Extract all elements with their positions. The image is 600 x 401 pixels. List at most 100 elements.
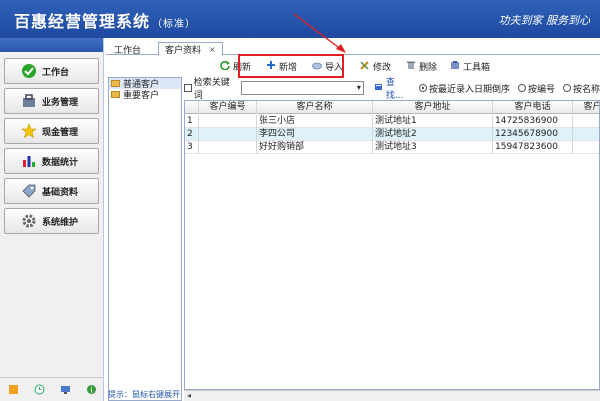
tab-label: 客户资料: [165, 45, 202, 56]
cell-phone: 15947823600: [493, 140, 573, 154]
radio-selected[interactable]: [418, 84, 427, 92]
row-index: 3: [185, 140, 199, 154]
search-icon: [374, 82, 384, 95]
sidebar-item-label: 系统维护: [42, 217, 79, 228]
note-icon[interactable]: [7, 384, 19, 396]
sidebar-item-label: 业务管理: [42, 97, 79, 108]
sidebar-item-business[interactable]: 业务管理: [4, 88, 99, 114]
horizontal-scrollbar[interactable]: ◂: [184, 390, 600, 401]
sort-name-label: 按名称: [572, 84, 600, 95]
cell-code: [199, 114, 257, 128]
table-header: 客户编号 客户名称 客户地址 客户电话 客户: [185, 101, 599, 114]
edit-button[interactable]: 修改: [360, 60, 391, 73]
header-cell[interactable]: 客户编号: [199, 101, 257, 114]
monitor-icon[interactable]: [59, 384, 71, 396]
clock-icon[interactable]: [33, 384, 45, 396]
app-title-text: 百惠经营管理系统: [14, 12, 151, 31]
toolbox-button[interactable]: 工具箱: [450, 60, 490, 73]
tab-customer[interactable]: 客户资料 ×: [158, 42, 223, 56]
cell-address: 测试地址1: [373, 114, 493, 128]
sidebar-list: 工作台 业务管理 现金管理 数据统计 基础资料 系统维护: [0, 52, 103, 234]
keyword-input[interactable]: ▾: [240, 81, 364, 95]
sort-code-option[interactable]: 按编号: [517, 82, 555, 95]
bag-icon: [21, 93, 37, 109]
cell-code: [199, 127, 257, 141]
app-title: 百惠经营管理系统 （标准）: [14, 8, 196, 32]
sidebar-item-cash[interactable]: 现金管理: [4, 118, 99, 144]
table-row[interactable]: 1 张三小店 测试地址1 14725836900: [185, 114, 599, 128]
slogan: 功夫到家 服务到心: [498, 14, 591, 27]
header-cell[interactable]: [185, 101, 199, 114]
sidebar-bottom-bar: [0, 377, 104, 401]
sidebar-item-system[interactable]: 系统维护: [4, 208, 99, 234]
cell-address: 测试地址2: [373, 127, 493, 141]
radio[interactable]: [562, 84, 571, 92]
tab-workbench[interactable]: 工作台: [114, 42, 141, 56]
find-label: 查找...: [385, 78, 404, 101]
check-icon: [21, 63, 37, 79]
hint-text: 提示：鼠标右键展开: [108, 390, 180, 399]
sidebar-top-strip: [0, 38, 103, 52]
star-icon: [21, 123, 37, 139]
info-icon[interactable]: [85, 384, 97, 396]
toolbox-label: 工具箱: [463, 63, 491, 73]
cell-extra: [573, 141, 599, 154]
cell-extra: [573, 115, 599, 128]
tag-icon: [21, 183, 37, 199]
cell-extra: [573, 128, 599, 141]
chart-icon: [21, 153, 37, 169]
annotation-arrow: [293, 13, 346, 53]
gear-icon: [21, 213, 37, 229]
tree-item-important[interactable]: 重要客户: [109, 89, 181, 101]
sidebar-item-label: 基础资料: [42, 187, 79, 198]
tree-item-label: 重要客户: [123, 91, 160, 101]
sidebar-item-basic[interactable]: 基础资料: [4, 178, 99, 204]
keyword-checkbox-label: 检索关键词: [193, 78, 230, 101]
cell-name: 张三小店: [257, 114, 373, 128]
edit-icon: [360, 60, 370, 73]
table-row[interactable]: 3 好好购销部 测试地址3 15947823600: [185, 140, 599, 154]
trash-icon: [406, 60, 416, 73]
tab-label: 工作台: [114, 45, 142, 56]
sort-name-option[interactable]: 按名称: [562, 82, 600, 95]
cell-phone: 14725836900: [493, 114, 573, 128]
delete-label: 删除: [419, 63, 438, 73]
delete-button[interactable]: 删除: [406, 60, 437, 73]
search-bar: 检索关键词 ▾ 查找... 按最近录入日期倒序 按编号 按名称: [184, 75, 600, 101]
radio[interactable]: [517, 84, 526, 92]
tab-bar: 工作台 客户资料 ×: [106, 38, 600, 56]
sidebar: 工作台 业务管理 现金管理 数据统计 基础资料 系统维护: [0, 38, 104, 401]
keyword-checkbox[interactable]: [184, 84, 192, 92]
header-cell[interactable]: 客户电话: [493, 101, 573, 114]
close-icon[interactable]: ×: [209, 45, 216, 54]
table-row[interactable]: 2 李四公司 测试地址2 12345678900: [185, 127, 599, 141]
sort-recent-option[interactable]: 按最近录入日期倒序: [418, 82, 510, 95]
sort-recent-label: 按最近录入日期倒序: [428, 84, 510, 95]
chevron-down-icon[interactable]: ▾: [357, 83, 361, 92]
edit-label: 修改: [373, 63, 392, 73]
folder-icon: [111, 80, 120, 87]
cell-name: 好好购销部: [257, 140, 373, 154]
row-index: 2: [185, 127, 199, 141]
app-edition: （标准）: [152, 19, 197, 30]
header-cell[interactable]: 客户: [573, 101, 599, 114]
sidebar-item-label: 现金管理: [42, 127, 79, 138]
header-cell[interactable]: 客户地址: [373, 101, 493, 114]
cell-phone: 12345678900: [493, 127, 573, 141]
highlight-box: [238, 54, 344, 78]
cell-name: 李四公司: [257, 127, 373, 141]
refresh-icon: [220, 60, 230, 73]
row-index: 1: [185, 114, 199, 128]
header-cell[interactable]: 客户名称: [257, 101, 373, 114]
sidebar-item-workbench[interactable]: 工作台: [4, 58, 99, 84]
toolbar: 刷新 新增 导入 修改 删除 工具箱: [106, 56, 600, 76]
find-button[interactable]: 查找...: [374, 75, 411, 101]
customer-table: 客户编号 客户名称 客户地址 客户电话 客户 1 张三小店 测试地址1 1472…: [184, 100, 600, 390]
sort-code-label: 按编号: [527, 84, 555, 95]
folder-icon: [111, 91, 120, 98]
cell-code: [199, 140, 257, 154]
chevron-left-icon[interactable]: ◂: [187, 391, 191, 400]
customer-category-tree: 普通客户 重要客户: [108, 77, 182, 401]
sidebar-item-label: 工作台: [42, 67, 70, 78]
sidebar-item-statistics[interactable]: 数据统计: [4, 148, 99, 174]
